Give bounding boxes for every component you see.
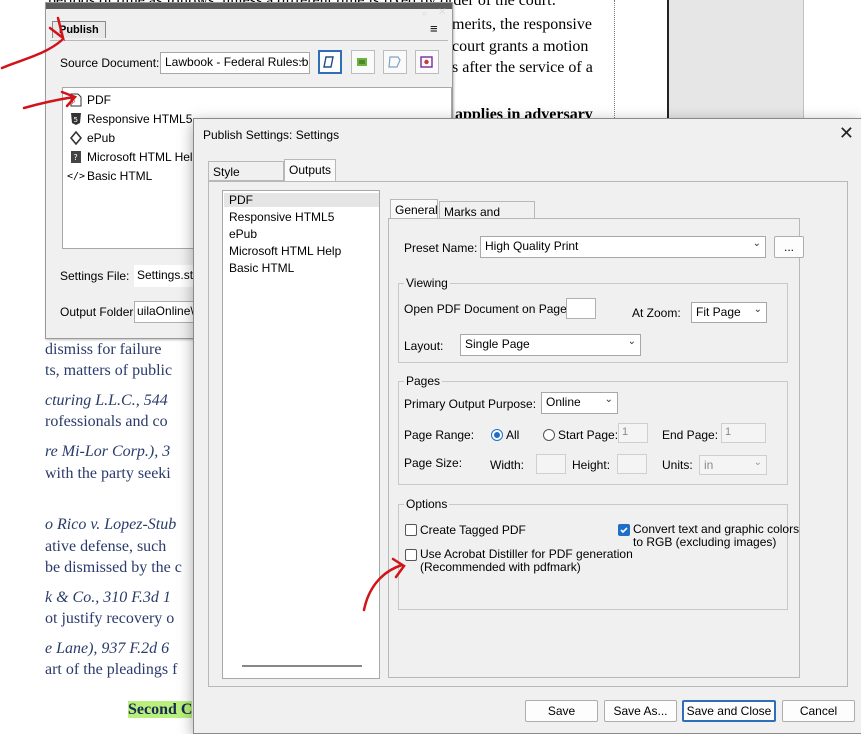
annotation-arrow — [0, 16, 66, 70]
annotation-arrow — [22, 90, 78, 110]
annotation-overlay — [0, 16, 406, 612]
annotation-arrow — [362, 557, 406, 612]
